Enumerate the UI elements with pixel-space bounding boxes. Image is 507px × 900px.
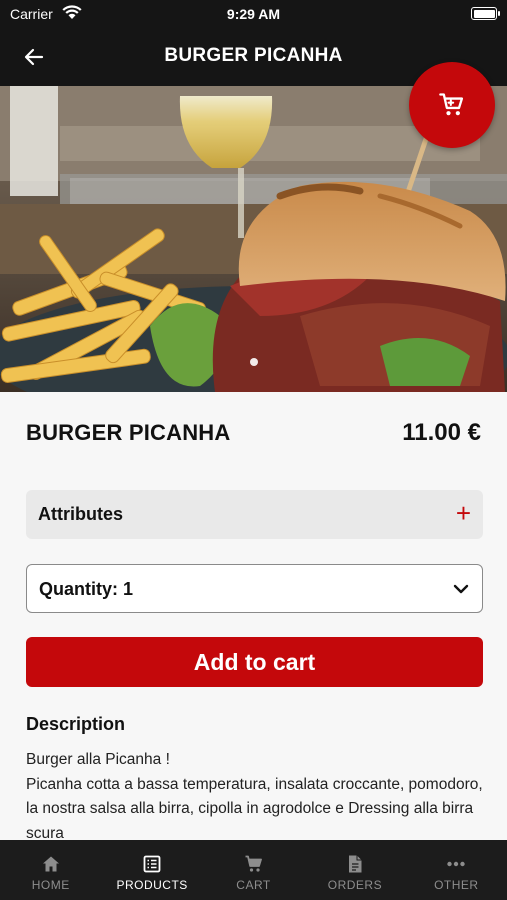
home-icon <box>42 856 59 872</box>
more-icon <box>447 861 466 867</box>
product-price: 11.00 € <box>402 419 481 446</box>
document-icon <box>348 855 362 873</box>
carousel-indicator[interactable] <box>250 358 258 366</box>
tab-label: HOME <box>31 878 70 892</box>
status-time: 9:29 AM <box>226 6 281 22</box>
tab-cart[interactable]: CART <box>203 840 304 900</box>
quantity-select[interactable]: Quantity: 1 <box>26 564 483 613</box>
quantity-label: Quantity: 1 <box>39 579 134 599</box>
tab-label: ORDERS <box>327 878 383 892</box>
tab-other[interactable]: OTHER <box>406 840 507 900</box>
cart-fab-button[interactable] <box>409 62 495 148</box>
description-text: Burger alla Picanha ! Picanha cotta a ba… <box>26 751 483 842</box>
plus-icon[interactable]: + <box>456 499 471 527</box>
tab-products[interactable]: PRODUCTS <box>101 840 202 900</box>
description-heading: Description <box>26 714 126 734</box>
shopping-cart-icon <box>439 93 464 116</box>
battery-icon <box>471 7 500 20</box>
tab-label: PRODUCTS <box>116 878 188 892</box>
tab-bar: HOME PRODUCTS CART ORDERS OTHER <box>0 840 507 900</box>
add-to-cart-button[interactable]: Add to cart <box>26 637 483 687</box>
status-bar: Carrier 9:29 AM <box>0 0 507 28</box>
attributes-accordion[interactable]: Attributes + <box>26 490 483 539</box>
list-icon <box>143 855 161 873</box>
product-name: BURGER PICANHA <box>26 420 231 445</box>
tab-home[interactable]: HOME <box>0 840 101 900</box>
tab-label: OTHER <box>434 878 479 892</box>
attributes-label: Attributes <box>38 504 123 524</box>
tab-label: CART <box>236 878 271 892</box>
tab-orders[interactable]: ORDERS <box>304 840 405 900</box>
page-title: BURGER PICANHA <box>164 45 343 66</box>
chevron-down-icon[interactable] <box>452 580 470 598</box>
cart-icon <box>245 855 262 872</box>
